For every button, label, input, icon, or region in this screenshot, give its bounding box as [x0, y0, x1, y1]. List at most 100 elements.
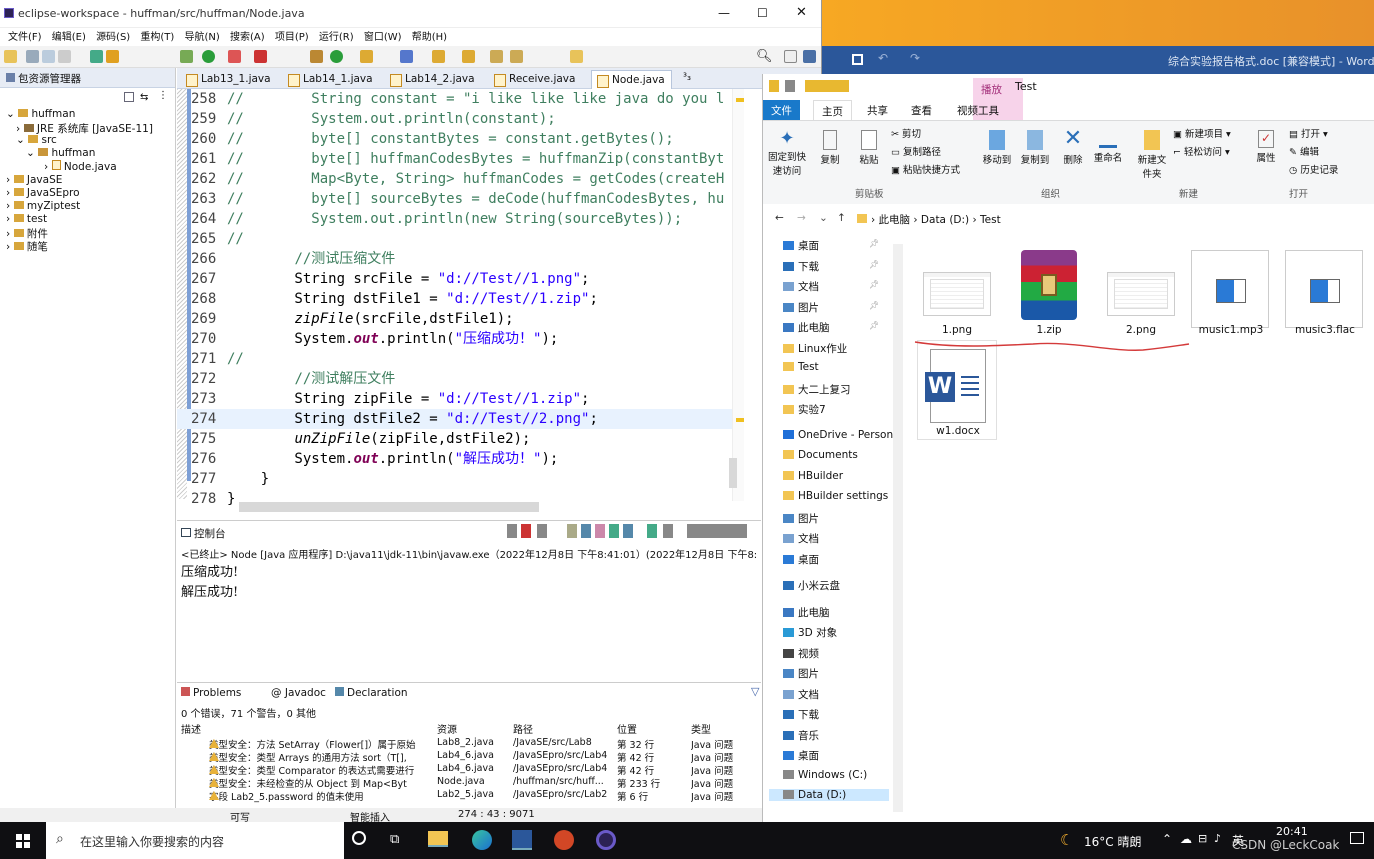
nav-item[interactable]: 图片 📌︎	[783, 300, 879, 315]
problem-row[interactable]: 类型安全：类型 Arrays 的通用方法 sort（T[], Lab4_6.ja…	[177, 750, 761, 764]
nav-item[interactable]: 桌面 📌︎	[783, 238, 879, 253]
console-tab[interactable]: 控制台	[181, 526, 226, 541]
horizontal-scrollbar[interactable]	[239, 502, 539, 512]
pin-icon[interactable]: 📌︎	[869, 239, 879, 248]
new-folder-button[interactable]: 新建文件夹	[1135, 128, 1169, 180]
back-icon[interactable]	[490, 50, 503, 63]
tab-view[interactable]: 查看	[903, 100, 940, 120]
code-line[interactable]: 260 // byte[] constantBytes = constant.ge…	[177, 129, 737, 149]
cortana-icon[interactable]	[352, 831, 366, 845]
col-location[interactable]: 位置	[617, 721, 637, 736]
history-button[interactable]: ◷ 历史记录	[1289, 162, 1338, 176]
menu-file[interactable]: 文件(F)	[8, 32, 42, 43]
collapse-all-icon[interactable]	[124, 92, 134, 102]
eclipse-taskbar-icon[interactable]	[596, 830, 616, 850]
external-tools-icon[interactable]	[254, 50, 267, 63]
nav-item[interactable]: 小米云盘	[783, 578, 840, 593]
tab-receive[interactable]: Receive.java	[489, 70, 581, 89]
up-arrow-icon[interactable]: ↑	[837, 212, 846, 224]
nav-item[interactable]: 实验7	[783, 402, 826, 417]
code-line[interactable]: 259 // System.out.println(constant);	[177, 109, 737, 129]
link-editor-icon[interactable]: ⇆	[140, 92, 148, 103]
paste-shortcut-button[interactable]: ▣ 粘贴快捷方式	[891, 162, 960, 176]
search-input[interactable]: 在这里输入你要搜索的内容	[80, 833, 224, 850]
tree-item[interactable]: › test	[6, 213, 47, 225]
menu-window[interactable]: 窗口(W)	[364, 32, 402, 43]
code-line[interactable]: 269 zipFile(srcFile,dstFile1);	[177, 309, 737, 329]
tree-item[interactable]: ⌄ src	[16, 134, 57, 146]
tab-share[interactable]: 共享	[859, 100, 896, 120]
print-icon[interactable]	[58, 50, 71, 63]
address-bar[interactable]: ← → ⌄ ↑ › 此电脑 › Data (D:) › Test	[763, 204, 1374, 234]
view-menu-icon[interactable]: ⋮	[158, 90, 168, 101]
file-item[interactable]: 2.png	[1101, 242, 1181, 342]
nav-item[interactable]: 下载 📌︎	[783, 259, 879, 274]
tab-file[interactable]: 文件	[763, 100, 800, 120]
open-button[interactable]: ▤ 打开 ▾	[1289, 126, 1328, 140]
tree-item[interactable]: › JavaSEpro	[6, 187, 80, 199]
tree-item[interactable]: › myZiptest	[6, 200, 80, 212]
more-tabs-indicator[interactable]: ³₃	[683, 72, 691, 83]
vertical-scrollbar[interactable]	[729, 458, 737, 488]
nav-item[interactable]: HBuilder settings	[783, 490, 888, 502]
nav-item[interactable]: 大二上复习	[783, 382, 851, 397]
file-explorer-taskbar-icon[interactable]	[428, 831, 448, 847]
pin-quick-access-button[interactable]: ✦ 固定到快速访问	[767, 128, 807, 177]
nav-item[interactable]: 3D 对象	[783, 625, 837, 640]
taskbar-search-box[interactable]: ⌕ 在这里输入你要搜索的内容	[46, 822, 344, 859]
pin-icon[interactable]: 📌︎	[869, 321, 879, 330]
menu-run[interactable]: 运行(R)	[319, 32, 354, 43]
new-class-icon[interactable]	[330, 50, 343, 63]
open-type-icon[interactable]	[360, 50, 373, 63]
copy-to-button[interactable]: 复制到	[1017, 128, 1053, 166]
overview-warning-marker[interactable]	[736, 98, 744, 102]
tab-video-tools[interactable]: 视频工具	[949, 100, 1007, 120]
problem-row[interactable]: 类型安全：未经检查的从 Object 到 Map<Byt Node.java/hu…	[177, 776, 761, 790]
word-save-icon[interactable]	[852, 54, 863, 65]
new-icon[interactable]	[4, 50, 17, 63]
code-line[interactable]: 258 // String constant = "i like like lik…	[177, 89, 737, 109]
code-line[interactable]: 274 String dstFile2 = "d://Test//2.png";	[177, 409, 737, 429]
nav-item[interactable]: 文档	[783, 531, 819, 546]
nav-item[interactable]: Documents	[783, 449, 858, 461]
code-line[interactable]: 267 String srcFile = "d://Test//1.png";	[177, 269, 737, 289]
code-line[interactable]: 268 String dstFile1 = "d://Test//1.zip";	[177, 289, 737, 309]
tab-lab13-1[interactable]: Lab13_1.java	[181, 70, 277, 89]
code-line[interactable]: 273 String zipFile = "d://Test//1.zip";	[177, 389, 737, 409]
perspective-icon[interactable]	[90, 50, 103, 63]
word-taskbar-icon[interactable]	[512, 830, 532, 850]
copy-path-button[interactable]: ▭ 复制路径	[891, 144, 941, 158]
breadcrumb-item[interactable]: 此电脑	[879, 214, 911, 226]
tree-item[interactable]: ⌄ huffman	[26, 147, 95, 159]
cut-button[interactable]: ✂ 剪切	[891, 126, 921, 140]
new-item-button[interactable]: ▣ 新建项目 ▾	[1173, 126, 1231, 140]
network-icon[interactable]: ⊟	[1198, 832, 1207, 845]
nav-item[interactable]: 此电脑 📌︎	[783, 320, 879, 335]
menu-search[interactable]: 搜索(A)	[230, 32, 265, 43]
code-line[interactable]: 266 //测试压缩文件	[177, 249, 737, 269]
quick-access-toolbar[interactable]	[769, 80, 849, 92]
edit-button[interactable]: ✎ 编辑	[1289, 144, 1319, 158]
edge-icon[interactable]	[472, 830, 492, 850]
nav-item[interactable]: 桌面	[783, 748, 819, 763]
code-line[interactable]: 263 // byte[] sourceBytes = deCode(huffma…	[177, 189, 737, 209]
minimize-button[interactable]: —	[718, 6, 730, 20]
task-view-icon[interactable]: ⧉	[390, 832, 399, 847]
forward-icon[interactable]	[510, 50, 523, 63]
pin-icon[interactable]: 📌︎	[869, 260, 879, 269]
paste-button[interactable]: 粘贴	[851, 128, 887, 166]
breadcrumb-item[interactable]: Test	[980, 214, 1001, 226]
tab-javadoc[interactable]: @ Javadoc	[271, 687, 326, 699]
nav-scrollbar[interactable]	[893, 244, 903, 812]
nav-item[interactable]: 视频	[783, 646, 819, 661]
nav-item[interactable]: 文档	[783, 687, 819, 702]
filter-icon[interactable]: ▽	[751, 685, 759, 698]
col-description[interactable]: 描述	[181, 721, 201, 736]
tree-item[interactable]: › JavaSE	[6, 174, 62, 186]
nav-item[interactable]: 文档 📌︎	[783, 279, 879, 294]
tab-home[interactable]: 主页	[813, 100, 852, 120]
close-button[interactable]: ✕	[796, 5, 807, 20]
quick-access-search-icon[interactable]: 🔍︎	[756, 49, 773, 64]
menu-edit[interactable]: 编辑(E)	[52, 32, 86, 43]
properties-button[interactable]: ✓ 属性	[1251, 128, 1281, 164]
